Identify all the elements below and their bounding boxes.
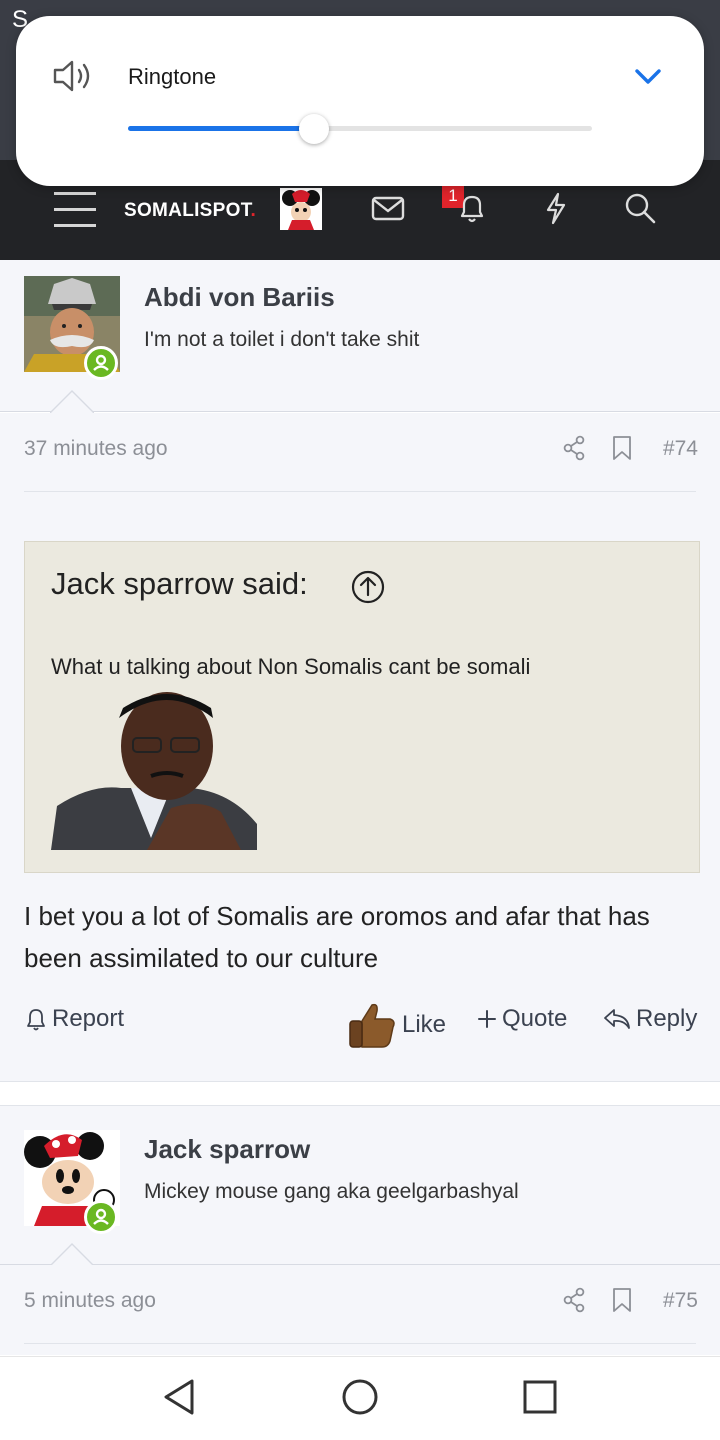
home-icon[interactable] (340, 1377, 380, 1417)
divider (24, 491, 696, 492)
author-name[interactable]: Abdi von Bariis (144, 282, 335, 313)
post-meta-row: 37 minutes ago #74 (0, 413, 720, 493)
thumbs-up-icon (349, 1003, 395, 1048)
volume-stream-label: Ringtone (128, 64, 217, 89)
volume-slider-thumb[interactable] (298, 114, 329, 144)
speaker-icon[interactable] (52, 58, 94, 94)
share-icon[interactable] (562, 1287, 586, 1313)
quote-label: Quote (502, 1005, 568, 1032)
chevron-down-icon[interactable] (630, 62, 666, 92)
post-meta-row: 5 minutes ago #75 (0, 1265, 720, 1355)
volume-panel: Ringtone (16, 16, 704, 186)
post-body: Jack sparrow said: What u talking about … (0, 493, 720, 1081)
caret-up-icon (50, 390, 94, 414)
quote-block: Jack sparrow said: What u talking about … (24, 541, 700, 873)
author-user-title: Mickey mouse gang aka geelgarbashyal (144, 1180, 519, 1203)
quote-text: What u talking about Non Somalis cant be… (51, 654, 531, 679)
post-author-block: Jack sparrow Mickey mouse gang aka geelg… (0, 1105, 720, 1267)
menu-icon[interactable] (54, 192, 96, 228)
site-logo[interactable]: SOMALISPOT. (124, 200, 256, 222)
post-number[interactable]: #74 (663, 437, 698, 461)
bookmark-icon[interactable] (612, 435, 632, 461)
arrow-up-circle-icon[interactable] (351, 570, 385, 604)
online-status-indicator (84, 346, 118, 380)
user-avatar[interactable] (280, 188, 322, 230)
search-icon[interactable] (622, 190, 658, 226)
site-logo-text: SOMALISPOT (124, 200, 251, 221)
post-timestamp[interactable]: 5 minutes ago (24, 1289, 156, 1313)
report-button[interactable]: Report (24, 1005, 124, 1033)
system-nav-bar (0, 1356, 720, 1440)
reply-icon (604, 1009, 630, 1029)
divider (24, 1343, 696, 1344)
volume-slider[interactable] (128, 114, 592, 144)
quote-author[interactable]: Jack sparrow said: (51, 566, 308, 602)
share-icon[interactable] (562, 435, 586, 461)
site-logo-dot: . (250, 200, 257, 221)
bookmark-icon[interactable] (612, 1287, 632, 1313)
bell-icon[interactable] (454, 190, 490, 226)
like-button[interactable]: Like (346, 999, 446, 1051)
post-timestamp[interactable]: 37 minutes ago (24, 437, 168, 461)
bell-icon (27, 1009, 45, 1031)
post-actions: Report Like Quote Reply (0, 997, 720, 1057)
author-user-title: I'm not a toilet i don't take shit (144, 328, 420, 351)
recents-icon[interactable] (520, 1377, 560, 1417)
post-message: I bet you a lot of Somalis are oromos an… (24, 901, 650, 973)
mail-icon[interactable] (370, 190, 406, 226)
post-number[interactable]: #75 (663, 1289, 698, 1313)
like-label: Like (402, 1011, 447, 1038)
post-separator (0, 1081, 720, 1105)
quote-image[interactable] (51, 688, 257, 850)
reply-button[interactable]: Reply (602, 1005, 697, 1033)
caret-up-icon (50, 1243, 94, 1267)
lightning-icon[interactable] (538, 190, 574, 226)
author-name[interactable]: Jack sparrow (144, 1134, 310, 1165)
reply-label: Reply (636, 1005, 698, 1032)
volume-slider-fill (128, 126, 314, 131)
report-label: Report (52, 1005, 125, 1032)
plus-icon (478, 1010, 496, 1028)
quote-button[interactable]: Quote (476, 1005, 567, 1033)
back-icon[interactable] (160, 1377, 200, 1417)
online-status-indicator (84, 1200, 118, 1234)
post-author-block: Abdi von Bariis I'm not a toilet i don't… (0, 260, 720, 414)
